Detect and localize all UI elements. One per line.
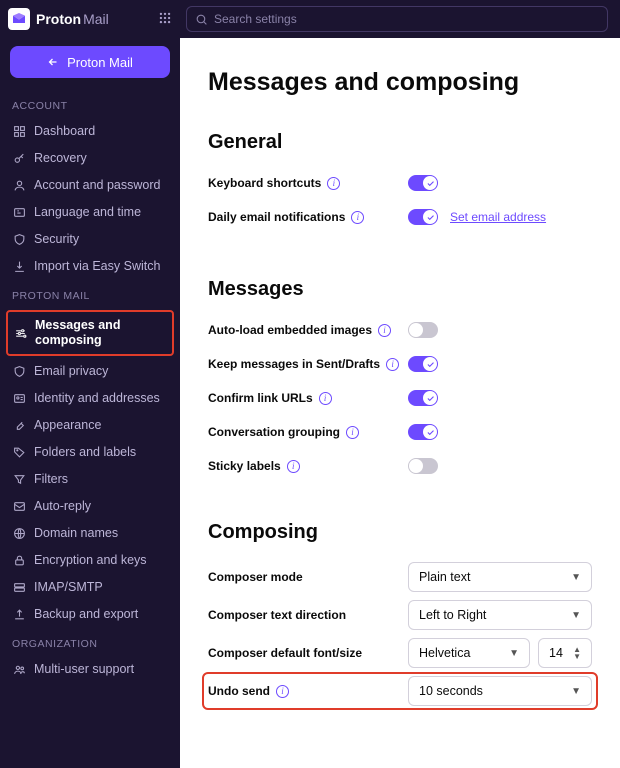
section-general-title: General — [208, 131, 592, 154]
info-icon[interactable]: i — [327, 177, 340, 190]
sidebar-item-encryption[interactable]: Encryption and keys — [0, 547, 180, 574]
label-undo-send: Undo send — [208, 684, 270, 698]
back-to-mail-button[interactable]: Proton Mail — [10, 46, 170, 78]
language-icon — [12, 206, 26, 220]
mail-reply-icon — [12, 500, 26, 514]
user-icon — [12, 179, 26, 193]
label-keep-sent-drafts: Keep messages in Sent/Drafts — [208, 357, 380, 371]
label-keyboard-shortcuts: Keyboard shortcuts — [208, 176, 321, 190]
sidebar-section-organization: ORGANIZATION — [0, 628, 180, 656]
shield-icon — [12, 365, 26, 379]
label-composer-mode: Composer mode — [208, 570, 303, 584]
link-set-email-address[interactable]: Set email address — [450, 210, 546, 224]
proton-mail-logo-icon — [8, 8, 30, 30]
sidebar-item-identity[interactable]: Identity and addresses — [0, 385, 180, 412]
stepper-icon: ▲▼ — [573, 646, 581, 660]
brush-icon — [12, 419, 26, 433]
filter-icon — [12, 473, 26, 487]
app-switcher-icon[interactable] — [158, 11, 172, 28]
toggle-confirm-link-urls[interactable] — [408, 390, 438, 406]
chevron-down-icon: ▼ — [571, 686, 581, 697]
page-title: Messages and composing — [208, 68, 592, 97]
brand-header: ProtonMail — [0, 0, 180, 38]
label-confirm-link-urls: Confirm link URLs — [208, 391, 313, 405]
sidebar-item-messages-composing[interactable]: Messages and composing — [8, 312, 172, 354]
sidebar-section-protonmail: PROTON MAIL — [0, 280, 180, 308]
info-icon[interactable]: i — [386, 358, 399, 371]
toggle-sticky-labels[interactable] — [408, 458, 438, 474]
lock-icon — [12, 554, 26, 568]
server-icon — [12, 581, 26, 595]
select-text-direction[interactable]: Left to Right▼ — [408, 600, 592, 630]
info-icon[interactable]: i — [276, 685, 289, 698]
select-undo-send[interactable]: 10 seconds▼ — [408, 676, 592, 706]
toggle-keep-sent-drafts[interactable] — [408, 356, 438, 372]
toggle-auto-load-images[interactable] — [408, 322, 438, 338]
import-icon — [12, 260, 26, 274]
sidebar-item-import[interactable]: Import via Easy Switch — [0, 253, 180, 280]
toggle-daily-notifications[interactable] — [408, 209, 438, 225]
info-icon[interactable]: i — [346, 426, 359, 439]
sidebar-item-email-privacy[interactable]: Email privacy — [0, 358, 180, 385]
dashboard-icon — [12, 125, 26, 139]
tag-icon — [12, 446, 26, 460]
brand-name: ProtonMail — [36, 11, 109, 27]
toggle-conversation-grouping[interactable] — [408, 424, 438, 440]
label-sticky-labels: Sticky labels — [208, 459, 281, 473]
select-default-font[interactable]: Helvetica▼ — [408, 638, 530, 668]
arrow-left-icon — [47, 56, 59, 68]
search-input[interactable] — [214, 12, 599, 26]
highlight-box-sidebar: Messages and composing — [6, 310, 174, 356]
section-composing-title: Composing — [208, 521, 592, 544]
topbar — [180, 0, 620, 38]
label-conversation-grouping: Conversation grouping — [208, 425, 340, 439]
export-icon — [12, 608, 26, 622]
label-daily-notifications: Daily email notifications — [208, 210, 345, 224]
highlight-box-undo-send: Undo send i 10 seconds▼ — [202, 672, 598, 710]
sliders-icon — [14, 326, 27, 340]
id-card-icon — [12, 392, 26, 406]
sidebar-item-appearance[interactable]: Appearance — [0, 412, 180, 439]
key-icon — [12, 152, 26, 166]
info-icon[interactable]: i — [287, 460, 300, 473]
section-messages-title: Messages — [208, 278, 592, 301]
globe-icon — [12, 527, 26, 541]
sidebar-item-language-time[interactable]: Language and time — [0, 199, 180, 226]
info-icon[interactable]: i — [351, 211, 364, 224]
info-icon[interactable]: i — [319, 392, 332, 405]
sidebar-item-folders-labels[interactable]: Folders and labels — [0, 439, 180, 466]
chevron-down-icon: ▼ — [509, 648, 519, 659]
info-icon[interactable]: i — [378, 324, 391, 337]
shield-icon — [12, 233, 26, 247]
sidebar-item-imap-smtp[interactable]: IMAP/SMTP — [0, 574, 180, 601]
sidebar-item-multi-user[interactable]: Multi-user support — [0, 656, 180, 683]
search-icon — [195, 13, 208, 26]
sidebar-item-security[interactable]: Security — [0, 226, 180, 253]
sidebar-item-domain-names[interactable]: Domain names — [0, 520, 180, 547]
toggle-keyboard-shortcuts[interactable] — [408, 175, 438, 191]
label-auto-load-images: Auto-load embedded images — [208, 323, 372, 337]
sidebar-item-account-password[interactable]: Account and password — [0, 172, 180, 199]
sidebar-section-account: ACCOUNT — [0, 90, 180, 118]
sidebar-item-dashboard[interactable]: Dashboard — [0, 118, 180, 145]
sidebar-item-filters[interactable]: Filters — [0, 466, 180, 493]
sidebar-item-recovery[interactable]: Recovery — [0, 145, 180, 172]
sidebar-item-backup-export[interactable]: Backup and export — [0, 601, 180, 628]
search-settings[interactable] — [186, 6, 608, 32]
select-default-font-size[interactable]: 14▲▼ — [538, 638, 592, 668]
sidebar-item-auto-reply[interactable]: Auto-reply — [0, 493, 180, 520]
label-default-font: Composer default font/size — [208, 646, 362, 660]
select-composer-mode[interactable]: Plain text▼ — [408, 562, 592, 592]
chevron-down-icon: ▼ — [571, 610, 581, 621]
users-icon — [12, 663, 26, 677]
label-text-direction: Composer text direction — [208, 608, 346, 622]
chevron-down-icon: ▼ — [571, 572, 581, 583]
